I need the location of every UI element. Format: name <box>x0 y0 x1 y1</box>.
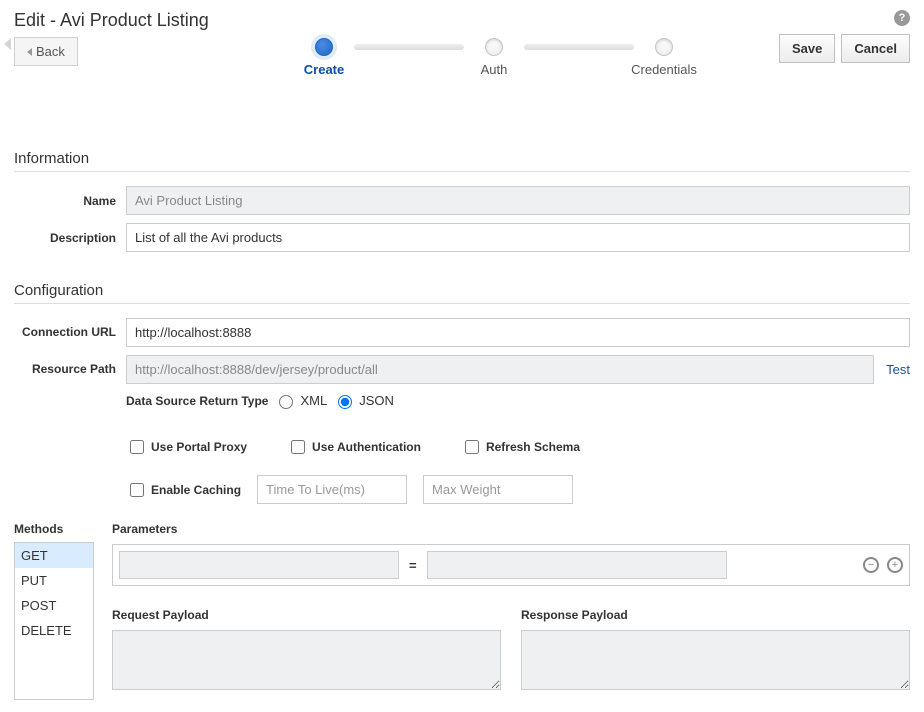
step-dot-icon <box>485 38 503 56</box>
page-title: Edit - Avi Product Listing <box>14 10 209 31</box>
method-get[interactable]: GET <box>15 543 93 568</box>
methods-panel: Methods GET PUT POST DELETE <box>14 522 94 700</box>
step-label: Credentials <box>631 62 697 77</box>
information-section: Information Name Description <box>14 150 910 252</box>
lower-section: Methods GET PUT POST DELETE Parameters =… <box>14 522 910 700</box>
request-payload-field[interactable] <box>112 630 501 690</box>
top-bar: Edit - Avi Product Listing Back Create A… <box>14 10 910 80</box>
step-auth[interactable]: Auth <box>464 38 524 77</box>
step-dot-icon <box>655 38 673 56</box>
connection-url-field[interactable] <box>126 318 910 347</box>
request-payload-label: Request Payload <box>112 608 501 622</box>
enable-caching-label: Enable Caching <box>151 483 241 497</box>
wizard-steps: Create Auth Credentials <box>294 38 694 77</box>
description-row: Description <box>14 223 910 252</box>
response-payload-label: Response Payload <box>521 608 910 622</box>
configuration-header: Configuration <box>14 282 910 304</box>
use-authentication-label: Use Authentication <box>312 440 421 454</box>
return-type-group: Data Source Return Type XML JSON <box>126 392 910 409</box>
refresh-schema-label: Refresh Schema <box>486 440 580 454</box>
return-type-xml-radio[interactable] <box>279 395 293 409</box>
parameters-and-payloads: Parameters = − + Request Payload Respons… <box>112 522 910 700</box>
step-connector <box>354 44 464 50</box>
return-type-json-label: JSON <box>359 393 394 408</box>
refresh-schema-checkbox[interactable] <box>465 440 479 454</box>
return-type-xml-label: XML <box>300 393 327 408</box>
return-type-label: Data Source Return Type <box>126 394 268 408</box>
options-row: Use Portal Proxy Use Authentication Refr… <box>126 437 910 457</box>
caching-row: Enable Caching <box>126 475 910 504</box>
name-row: Name <box>14 186 910 215</box>
name-label: Name <box>14 194 126 208</box>
refresh-schema-option[interactable]: Refresh Schema <box>461 437 580 457</box>
return-type-json-radio[interactable] <box>338 395 352 409</box>
step-dot-icon <box>315 38 333 56</box>
parameter-value-field[interactable] <box>427 551 727 579</box>
enable-caching-checkbox[interactable] <box>130 483 144 497</box>
parameter-key-field[interactable] <box>119 551 399 579</box>
test-link[interactable]: Test <box>886 362 910 377</box>
title-area: Edit - Avi Product Listing Back <box>14 10 209 66</box>
resource-path-label-text: Resource Path <box>32 362 116 376</box>
return-type-json-option[interactable]: JSON <box>333 392 394 409</box>
method-delete[interactable]: DELETE <box>15 618 93 643</box>
methods-header: Methods <box>14 522 94 536</box>
response-payload-col: Response Payload <box>521 608 910 693</box>
cancel-button[interactable]: Cancel <box>841 34 910 63</box>
connection-url-row: Connection URL <box>14 318 910 347</box>
step-connector <box>524 44 634 50</box>
resource-path-row: Resource Path Test <box>14 355 910 384</box>
response-payload-field[interactable] <box>521 630 910 690</box>
save-button[interactable]: Save <box>779 34 835 63</box>
configuration-section: Configuration Connection URL Resource Pa… <box>14 282 910 700</box>
resource-path-label: Resource Path <box>14 362 126 376</box>
back-button-label: Back <box>36 44 65 59</box>
connection-url-label-text: Connection URL <box>22 325 116 339</box>
chevron-left-icon <box>27 48 32 56</box>
max-weight-field[interactable] <box>423 475 573 504</box>
request-payload-col: Request Payload <box>112 608 501 693</box>
help-icon[interactable]: ? <box>894 10 910 26</box>
payloads-row: Request Payload Response Payload <box>112 608 910 693</box>
use-authentication-option[interactable]: Use Authentication <box>287 437 421 457</box>
add-parameter-icon[interactable]: + <box>887 557 903 573</box>
description-label: Description <box>14 231 126 245</box>
methods-list: GET PUT POST DELETE <box>14 542 94 700</box>
use-portal-proxy-option[interactable]: Use Portal Proxy <box>126 437 247 457</box>
method-post[interactable]: POST <box>15 593 93 618</box>
collapse-handle-icon[interactable] <box>4 38 11 50</box>
return-type-xml-option[interactable]: XML <box>274 392 327 409</box>
parameters-header: Parameters <box>112 522 910 536</box>
step-create[interactable]: Create <box>294 38 354 77</box>
step-label: Create <box>304 62 344 77</box>
equals-icon: = <box>409 558 417 573</box>
method-put[interactable]: PUT <box>15 568 93 593</box>
step-credentials[interactable]: Credentials <box>634 38 694 77</box>
enable-caching-option[interactable]: Enable Caching <box>126 480 241 500</box>
parameter-actions: − + <box>863 557 903 573</box>
resource-path-field <box>126 355 874 384</box>
description-field[interactable] <box>126 223 910 252</box>
back-button[interactable]: Back <box>14 37 78 66</box>
step-label: Auth <box>481 62 508 77</box>
parameter-row: = − + <box>112 544 910 586</box>
use-portal-proxy-label: Use Portal Proxy <box>151 440 247 454</box>
ttl-field[interactable] <box>257 475 407 504</box>
action-buttons: Save Cancel <box>779 34 910 63</box>
information-header: Information <box>14 150 910 172</box>
remove-parameter-icon[interactable]: − <box>863 557 879 573</box>
use-portal-proxy-checkbox[interactable] <box>130 440 144 454</box>
name-field <box>126 186 910 215</box>
connection-url-label: Connection URL <box>14 325 126 339</box>
use-authentication-checkbox[interactable] <box>291 440 305 454</box>
